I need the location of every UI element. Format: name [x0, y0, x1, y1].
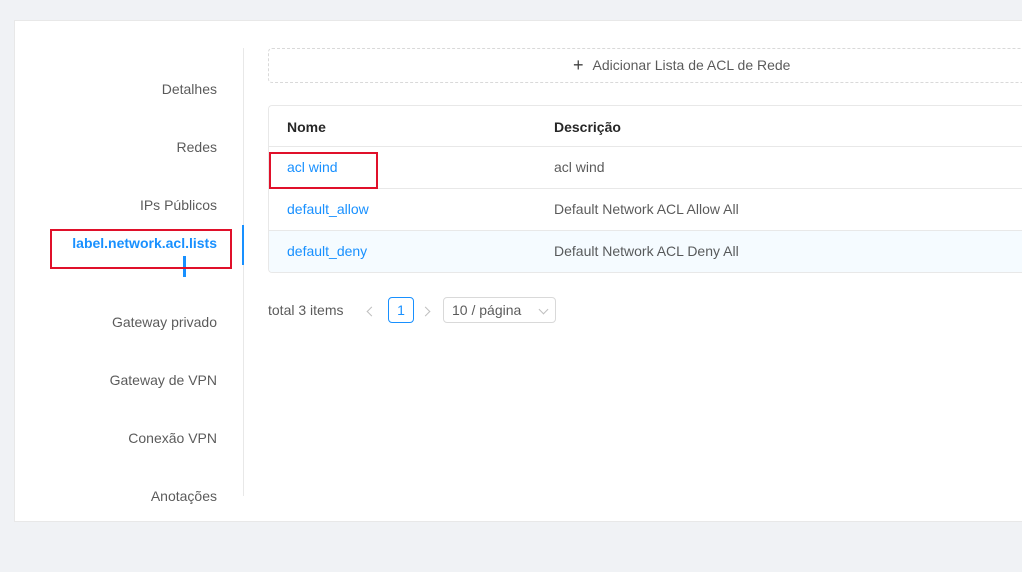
- tab-details[interactable]: Detalhes: [162, 69, 217, 109]
- acl-description: Default Network ACL Deny All: [554, 243, 739, 259]
- page-size-select[interactable]: 10 / página: [443, 297, 556, 323]
- acl-description: acl wind: [554, 159, 605, 175]
- text-cursor: [183, 256, 186, 277]
- add-network-acl-list-button[interactable]: + Adicionar Lista de ACL de Rede: [268, 48, 1022, 83]
- tab-private-gateway[interactable]: Gateway privado: [112, 302, 217, 342]
- prev-page-button[interactable]: [366, 297, 377, 323]
- table-row[interactable]: default_deny Default Network ACL Deny Al…: [269, 231, 1022, 272]
- acl-name-link[interactable]: default_deny: [287, 231, 367, 271]
- table-header: Nome Descrição: [269, 106, 1022, 147]
- column-header-description[interactable]: Descrição: [554, 106, 621, 148]
- tab-active-indicator: [242, 225, 244, 265]
- tab-vpn-connection[interactable]: Conexão VPN: [128, 418, 217, 458]
- vertical-tabs: Detalhes Redes IPs Públicos label.networ…: [15, 48, 244, 504]
- chevron-right-icon: [420, 306, 431, 317]
- plus-icon: +: [573, 55, 584, 75]
- page: Detalhes Redes IPs Públicos label.networ…: [0, 0, 1022, 572]
- details-card: Detalhes Redes IPs Públicos label.networ…: [14, 20, 1022, 522]
- chevron-down-icon: [538, 304, 549, 315]
- pagination-total: total 3 items: [268, 302, 344, 318]
- tab-vpn-gateway[interactable]: Gateway de VPN: [110, 360, 217, 400]
- page-size-value: 10 / página: [452, 302, 522, 318]
- tab-public-ips[interactable]: IPs Públicos: [140, 185, 217, 225]
- tab-annotations[interactable]: Anotações: [151, 476, 217, 516]
- add-button-content: + Adicionar Lista de ACL de Rede: [573, 49, 790, 82]
- column-header-name[interactable]: Nome: [287, 106, 326, 148]
- chevron-left-icon: [366, 306, 377, 317]
- next-page-button[interactable]: [420, 297, 431, 323]
- acl-description: Default Network ACL Allow All: [554, 201, 739, 217]
- tab-networks[interactable]: Redes: [177, 127, 217, 167]
- add-button-label: Adicionar Lista de ACL de Rede: [592, 57, 791, 73]
- page-number-button[interactable]: 1: [388, 297, 414, 323]
- acl-name-link[interactable]: default_allow: [287, 189, 369, 229]
- tab-network-acl-lists[interactable]: label.network.acl.lists: [72, 223, 217, 263]
- table-row[interactable]: acl wind acl wind: [269, 147, 1022, 189]
- acl-table: Nome Descrição acl wind acl wind default…: [268, 105, 1022, 273]
- table-row[interactable]: default_allow Default Network ACL Allow …: [269, 189, 1022, 231]
- acl-name-link[interactable]: acl wind: [287, 147, 338, 187]
